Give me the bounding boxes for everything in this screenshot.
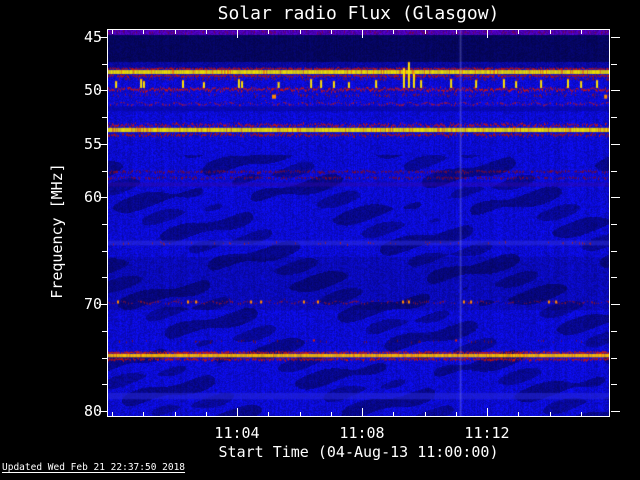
x-minor-tick-top <box>456 30 457 34</box>
x-minor-tick-bottom <box>268 412 269 416</box>
y-minor-tick-left <box>102 251 108 252</box>
y-major-tick-right <box>611 304 620 305</box>
y-tick-label: 70 <box>83 295 102 313</box>
x-tick-label: 11:08 <box>339 424 385 442</box>
x-minor-tick-bottom <box>518 412 519 416</box>
x-minor-tick-bottom <box>206 412 207 416</box>
y-major-tick-right <box>611 411 620 412</box>
y-minor-tick-right <box>611 331 617 332</box>
y-minor-tick-left <box>102 64 108 65</box>
y-minor-tick-right <box>611 64 617 65</box>
x-minor-tick-bottom <box>393 412 394 416</box>
y-tick-label: 60 <box>83 188 102 206</box>
y-minor-tick-right <box>611 277 617 278</box>
x-minor-tick-top <box>393 30 394 34</box>
x-major-tick-top <box>487 30 488 38</box>
x-minor-tick-bottom <box>550 412 551 416</box>
x-minor-tick-top <box>581 30 582 34</box>
x-minor-tick-bottom <box>425 412 426 416</box>
x-minor-tick-bottom <box>112 412 113 416</box>
x-minor-tick-top <box>425 30 426 34</box>
x-major-tick-top <box>237 30 238 38</box>
x-major-tick-top <box>362 30 363 38</box>
x-major-tick-bottom <box>237 408 238 416</box>
x-minor-tick-bottom <box>300 412 301 416</box>
x-minor-tick-bottom <box>331 412 332 416</box>
y-minor-tick-left <box>102 277 108 278</box>
x-minor-tick-top <box>518 30 519 34</box>
y-axis-title: Frequency [MHz] <box>48 163 66 299</box>
chart-title: Solar radio Flux (Glasgow) <box>217 3 500 24</box>
y-minor-tick-right <box>611 224 617 225</box>
x-minor-tick-top <box>300 30 301 34</box>
x-minor-tick-top <box>206 30 207 34</box>
y-tick-label: 50 <box>83 81 102 99</box>
y-major-tick-right <box>611 37 620 38</box>
y-minor-tick-right <box>611 117 617 118</box>
x-axis-title: Start Time (04-Aug-13 11:00:00) <box>218 443 499 461</box>
x-minor-tick-top <box>143 30 144 34</box>
solar-radio-flux-figure: Solar radio Flux (Glasgow) Frequency [MH… <box>0 0 640 480</box>
x-minor-tick-top <box>112 30 113 34</box>
x-minor-tick-bottom <box>581 412 582 416</box>
y-minor-tick-left <box>102 117 108 118</box>
x-minor-tick-top <box>268 30 269 34</box>
x-minor-tick-top <box>175 30 176 34</box>
x-tick-label: 11:04 <box>214 424 260 442</box>
y-minor-tick-right <box>611 358 617 359</box>
x-minor-tick-top <box>331 30 332 34</box>
y-major-tick-right <box>611 197 620 198</box>
x-minor-tick-bottom <box>143 412 144 416</box>
y-minor-tick-right <box>611 384 617 385</box>
y-major-tick-right <box>611 144 620 145</box>
y-tick-label: 55 <box>83 135 102 153</box>
y-minor-tick-right <box>611 171 617 172</box>
y-minor-tick-left <box>102 171 108 172</box>
x-minor-tick-top <box>550 30 551 34</box>
updated-timestamp: Updated Wed Feb 21 22:37:50 2018 <box>2 462 186 473</box>
x-minor-tick-bottom <box>175 412 176 416</box>
y-tick-label: 80 <box>83 402 102 420</box>
y-minor-tick-right <box>611 251 617 252</box>
y-minor-tick-left <box>102 224 108 225</box>
y-major-tick-right <box>611 90 620 91</box>
x-minor-tick-bottom <box>456 412 457 416</box>
y-minor-tick-left <box>102 384 108 385</box>
x-major-tick-bottom <box>487 408 488 416</box>
x-major-tick-bottom <box>362 408 363 416</box>
y-minor-tick-left <box>102 331 108 332</box>
x-tick-label: 11:12 <box>464 424 510 442</box>
y-tick-label: 45 <box>83 28 102 46</box>
spectrogram-canvas <box>108 30 609 416</box>
y-minor-tick-left <box>102 358 108 359</box>
